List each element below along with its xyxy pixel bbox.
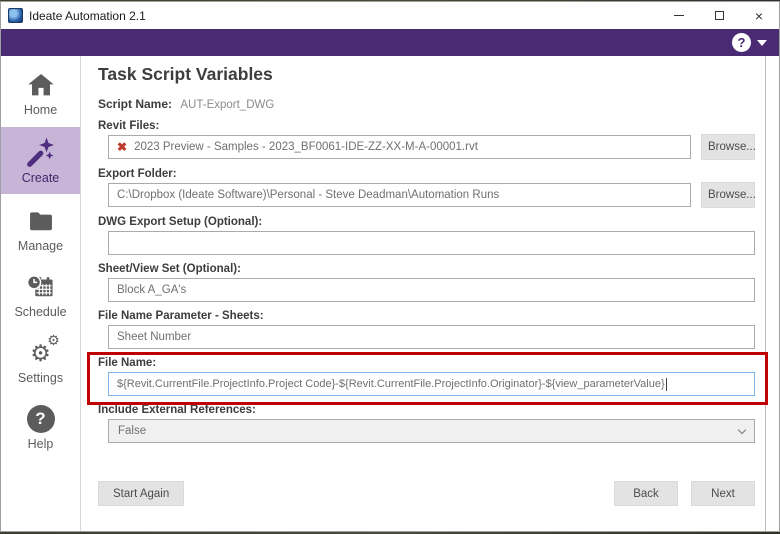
- file-name-parameter-label: File Name Parameter - Sheets:: [98, 310, 264, 322]
- app-icon: [8, 8, 23, 23]
- minimize-icon: [674, 15, 684, 16]
- minimize-button[interactable]: [659, 2, 699, 29]
- help-circle-icon: ?: [26, 403, 55, 436]
- calendar-clock-icon: [26, 271, 56, 304]
- script-name-label: Script Name:: [98, 97, 173, 111]
- script-name-row: Script Name: AUT-Export_DWG: [98, 97, 765, 111]
- dwg-export-setup-input[interactable]: [108, 231, 755, 255]
- gears-icon: ⚙ ⚙: [30, 331, 60, 366]
- window-controls: ×: [659, 2, 779, 29]
- title-bar: Ideate Automation 2.1 ×: [1, 2, 779, 29]
- maximize-icon: [714, 11, 724, 20]
- sheet-view-set-label: Sheet/View Set (Optional):: [98, 263, 241, 275]
- right-gutter: [766, 56, 779, 531]
- sidebar-item-manage[interactable]: Manage: [1, 197, 80, 260]
- app-header-bar: ?: [1, 29, 779, 56]
- sidebar-item-schedule[interactable]: Schedule: [1, 263, 80, 326]
- revit-files-label: Revit Files:: [98, 120, 160, 132]
- sidebar-item-settings[interactable]: ⚙ ⚙ Settings: [1, 329, 80, 392]
- revit-file-name: 2023 Preview - Samples - 2023_BF0061-IDE…: [134, 141, 478, 153]
- revit-files-input[interactable]: ✖ 2023 Preview - Samples - 2023_BF0061-I…: [108, 135, 691, 159]
- chevron-down-icon[interactable]: [757, 39, 767, 46]
- sheet-view-set-input[interactable]: [108, 278, 755, 302]
- sidebar-item-label: Schedule: [14, 304, 67, 319]
- magic-wand-icon: [25, 137, 57, 170]
- file-name-value: ${Revit.CurrentFile.ProjectInfo.Project …: [117, 378, 665, 390]
- text-cursor: [665, 377, 667, 391]
- action-buttons-row: Start Again Back Next: [98, 481, 755, 506]
- back-button[interactable]: Back: [614, 481, 678, 506]
- window-body: Home Create Manage Schedule ⚙ ⚙ Settings…: [1, 56, 779, 531]
- field-file-name: File Name: ${Revit.CurrentFile.ProjectIn…: [87, 352, 768, 405]
- sidebar-item-label: Manage: [17, 238, 64, 253]
- sidebar-item-label: Create: [21, 170, 60, 185]
- main-content: Task Script Variables Script Name: AUT-E…: [81, 56, 768, 531]
- script-name-value: AUT-Export_DWG: [180, 99, 275, 111]
- export-folder-label: Export Folder:: [98, 168, 177, 180]
- dropdown-selected-value: False: [118, 425, 147, 437]
- export-folder-browse-button[interactable]: Browse...: [701, 182, 756, 208]
- field-export-folder: Export Folder: Browse...: [98, 168, 756, 208]
- remove-file-icon[interactable]: ✖: [117, 140, 127, 154]
- window-title: Ideate Automation 2.1: [29, 8, 146, 23]
- file-name-label: File Name:: [98, 357, 157, 369]
- help-icon[interactable]: ?: [732, 33, 751, 52]
- include-external-references-label: Include External References:: [98, 404, 256, 416]
- sidebar-item-create[interactable]: Create: [1, 127, 80, 194]
- export-folder-input[interactable]: [108, 183, 691, 207]
- field-revit-files: Revit Files: ✖ 2023 Preview - Samples - …: [98, 120, 756, 160]
- field-file-name-parameter: File Name Parameter - Sheets:: [98, 310, 755, 349]
- sidebar-item-label: Help: [27, 436, 54, 451]
- maximize-button[interactable]: [699, 2, 739, 29]
- revit-files-browse-button[interactable]: Browse...: [701, 134, 756, 160]
- field-sheet-view-set: Sheet/View Set (Optional):: [98, 263, 755, 302]
- file-name-input[interactable]: ${Revit.CurrentFile.ProjectInfo.Project …: [108, 372, 755, 396]
- home-icon: [26, 69, 56, 102]
- close-button[interactable]: ×: [739, 2, 779, 29]
- page-title: Task Script Variables: [98, 64, 273, 84]
- app-window: Ideate Automation 2.1 × ? Home Create Ma…: [0, 1, 780, 532]
- close-icon: ×: [754, 7, 764, 24]
- sidebar-item-help[interactable]: ? Help: [1, 395, 80, 458]
- sidebar-item-label: Home: [23, 102, 58, 117]
- sidebar-item-label: Settings: [17, 370, 64, 385]
- file-name-parameter-input[interactable]: [108, 325, 755, 349]
- field-include-external-references: Include External References: False: [98, 404, 755, 443]
- sidebar: Home Create Manage Schedule ⚙ ⚙ Settings…: [1, 56, 81, 531]
- dropdown-chevron-icon: [737, 425, 747, 434]
- include-external-references-dropdown[interactable]: False: [108, 419, 755, 443]
- dwg-export-setup-label: DWG Export Setup (Optional):: [98, 216, 263, 228]
- field-dwg-export-setup: DWG Export Setup (Optional):: [98, 216, 755, 255]
- sidebar-item-home[interactable]: Home: [1, 61, 80, 124]
- folder-icon: [26, 205, 56, 238]
- header-help-menu[interactable]: ?: [732, 33, 767, 52]
- start-again-button[interactable]: Start Again: [98, 481, 185, 506]
- next-button[interactable]: Next: [691, 481, 755, 506]
